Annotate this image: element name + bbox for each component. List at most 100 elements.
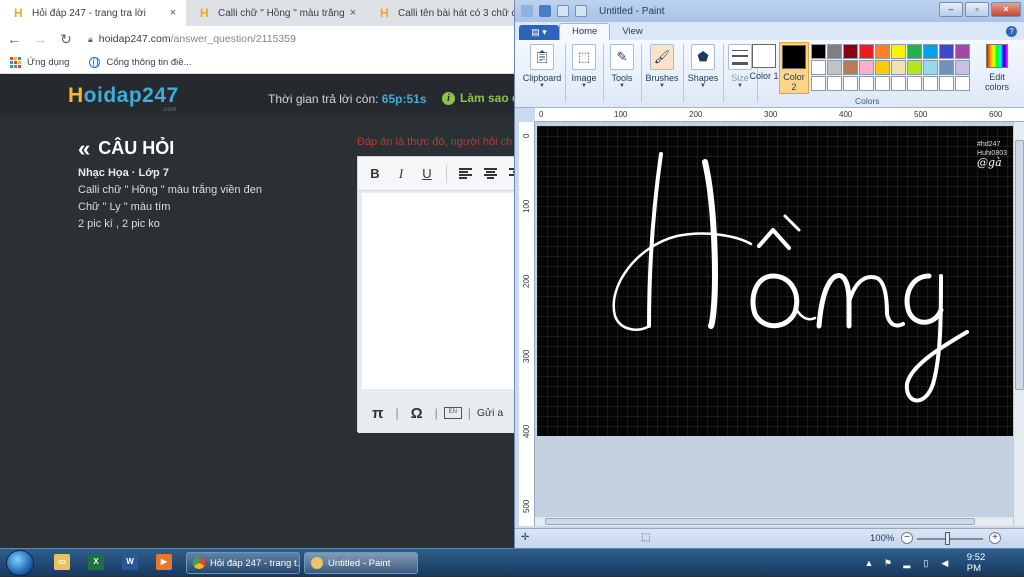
align-center-icon[interactable]	[484, 168, 497, 179]
taskbar-item-browser[interactable]: Hỏi đáp 247 - trang t...	[186, 552, 300, 574]
palette-swatch[interactable]	[875, 60, 890, 75]
excel-icon[interactable]: X	[88, 554, 104, 570]
scroll-thumb[interactable]	[1015, 140, 1024, 390]
help-icon[interactable]: ?	[1006, 26, 1017, 37]
palette-swatch[interactable]	[891, 44, 906, 59]
close-tab-icon[interactable]: ×	[346, 7, 360, 19]
explorer-icon[interactable]: ▭	[54, 554, 70, 570]
close-tab-icon[interactable]: ×	[166, 7, 180, 19]
pi-icon[interactable]: π	[372, 405, 383, 422]
palette-swatch[interactable]	[843, 44, 858, 59]
palette-swatch[interactable]	[827, 76, 842, 91]
image-group[interactable]: ⬚ Image ▼	[567, 42, 601, 104]
palette-swatch[interactable]	[955, 60, 970, 75]
double-chevron-left-icon[interactable]: «	[78, 137, 90, 159]
tab-home[interactable]: Home	[559, 23, 611, 40]
address-bar[interactable]: 🔒︎ hoidap247.com/answer_question/2115359	[88, 33, 296, 45]
system-tray: ▲ ⚑ ▂ ▯ ◀ 9:52 PM	[864, 549, 1024, 577]
vertical-scrollbar[interactable]	[1013, 122, 1024, 526]
selection-size-icon: ⬚	[641, 532, 651, 543]
palette-swatch[interactable]	[859, 60, 874, 75]
brushes-group[interactable]: 🖌︎ Brushes ▼	[643, 42, 681, 104]
zoom-level: 100%	[870, 533, 895, 544]
palette-swatch[interactable]	[907, 44, 922, 59]
bold-button[interactable]: B	[362, 166, 388, 181]
save-icon[interactable]	[539, 5, 551, 17]
palette-swatch[interactable]	[939, 60, 954, 75]
tools-group[interactable]: ✎ Tools ▼	[605, 42, 639, 104]
palette-swatch[interactable]	[811, 60, 826, 75]
palette-swatch[interactable]	[891, 60, 906, 75]
zoom-slider-thumb[interactable]	[945, 532, 950, 545]
battery-icon[interactable]: ▯	[921, 558, 931, 568]
palette-swatch[interactable]	[907, 60, 922, 75]
bookmark-portal[interactable]: Cổng thông tin điề...	[89, 57, 192, 68]
italic-button[interactable]: I	[388, 166, 414, 182]
color1-button[interactable]: Color 1	[749, 42, 779, 81]
zoom-out-button[interactable]: −	[901, 532, 913, 544]
color2-button[interactable]: Color 2	[779, 42, 809, 94]
clock[interactable]: 9:52 PM	[967, 552, 1002, 574]
palette-swatch[interactable]	[859, 44, 874, 59]
site-logo[interactable]: Hoidap247 .com	[68, 84, 179, 113]
clipboard-group[interactable]: 📋︎ Clipboard ▼	[521, 42, 563, 104]
browser-tab-2[interactable]: H Calli chữ " Hồng " màu trắng viền ×	[186, 0, 366, 26]
minimize-button[interactable]: –	[939, 2, 963, 17]
ruler-tick-label: 500	[914, 110, 928, 119]
word-icon[interactable]: W	[122, 554, 138, 570]
start-button[interactable]	[6, 550, 34, 576]
browser-tab-3[interactable]: H Calli tên bài hát có 3 chữ cái h	[366, 0, 520, 26]
palette-swatch[interactable]	[923, 60, 938, 75]
palette-swatch[interactable]	[955, 44, 970, 59]
palette-swatch[interactable]	[923, 76, 938, 91]
question-line: 2 pic kí , 2 pic ko	[78, 218, 160, 230]
bookmark-apps[interactable]: Ứng dụng	[10, 57, 69, 68]
palette-swatch[interactable]	[827, 44, 842, 59]
maximize-button[interactable]: ▫	[965, 2, 989, 17]
palette-swatch[interactable]	[891, 76, 906, 91]
edit-colors-button[interactable]: Edit colors	[977, 44, 1017, 92]
omega-icon[interactable]: Ω	[411, 405, 423, 422]
network-signal-icon[interactable]: ▂	[902, 558, 912, 568]
palette-swatch[interactable]	[843, 60, 858, 75]
back-arrow-icon[interactable]: ←	[2, 31, 26, 47]
volume-icon[interactable]: ◀	[940, 558, 950, 568]
redo-icon[interactable]	[575, 5, 587, 17]
palette-swatch[interactable]	[843, 76, 858, 91]
paint-menu-button[interactable]: ▤ ▾	[519, 25, 559, 40]
divider	[446, 164, 447, 183]
forward-arrow-icon[interactable]: →	[28, 31, 52, 47]
palette-swatch[interactable]	[875, 76, 890, 91]
palette-swatch[interactable]	[907, 76, 922, 91]
reload-icon[interactable]: ↻	[54, 31, 78, 48]
help-link[interactable]: i Làm sao đ	[442, 91, 519, 105]
zoom-in-button[interactable]: +	[989, 532, 1001, 544]
answer-textarea[interactable]	[362, 193, 520, 389]
undo-icon[interactable]	[557, 5, 569, 17]
underline-button[interactable]: U	[414, 166, 440, 181]
palette-swatch[interactable]	[939, 44, 954, 59]
palette-swatch[interactable]	[811, 76, 826, 91]
palette-swatch[interactable]	[827, 60, 842, 75]
taskbar-item-paint[interactable]: Untitled - Paint	[304, 552, 418, 574]
palette-swatch[interactable]	[811, 44, 826, 59]
action-center-flag-icon[interactable]: ⚑	[883, 558, 893, 568]
palette-swatch[interactable]	[923, 44, 938, 59]
send-answer-button[interactable]: Gửi a	[477, 407, 503, 419]
browser-tab-1[interactable]: H Hỏi đáp 247 - trang tra lời ×	[0, 0, 186, 26]
show-hidden-icons[interactable]: ▲	[864, 558, 874, 568]
tab-view[interactable]: View	[610, 24, 654, 40]
align-left-icon[interactable]	[459, 168, 472, 179]
palette-swatch[interactable]	[859, 76, 874, 91]
horizontal-scrollbar[interactable]	[535, 516, 1013, 526]
drawing-canvas[interactable]: #hd247 Huhi0803 @gà	[537, 126, 1019, 436]
palette-swatch[interactable]	[955, 76, 970, 91]
keyboard-icon[interactable]: EN	[443, 407, 462, 419]
zoom-slider[interactable]	[917, 538, 983, 540]
shapes-group[interactable]: ⬟ Shapes ▼	[685, 42, 721, 104]
palette-swatch[interactable]	[875, 44, 890, 59]
palette-swatch[interactable]	[939, 76, 954, 91]
media-player-icon[interactable]: ▶	[156, 554, 172, 570]
scroll-thumb[interactable]	[545, 518, 975, 525]
close-window-button[interactable]: ×	[991, 2, 1021, 17]
